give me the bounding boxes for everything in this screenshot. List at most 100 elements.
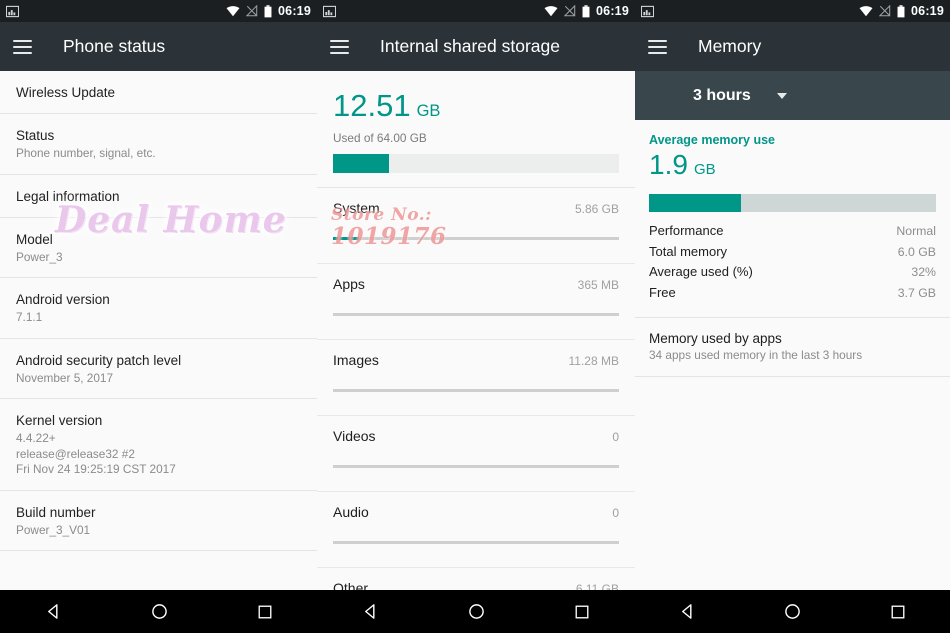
list-item[interactable]: Status Phone number, signal, etc. — [0, 114, 317, 175]
wifi-icon — [226, 6, 240, 17]
stat-key: Total memory — [649, 243, 728, 259]
status-bar: 06:19 — [0, 0, 317, 22]
stat-value: Normal — [896, 224, 936, 238]
image-notification-icon — [641, 5, 654, 17]
home-button[interactable] — [784, 603, 801, 620]
category-progress-track — [333, 465, 619, 468]
home-circle-icon — [785, 604, 801, 619]
back-button[interactable] — [362, 603, 379, 620]
battery-icon — [264, 4, 272, 17]
status-bar-system-icons: 06:19 — [226, 4, 311, 18]
category-name: System — [333, 200, 380, 216]
list-item[interactable]: Apps 365 MB — [317, 264, 635, 340]
average-memory-number: 1.9 — [649, 149, 688, 180]
category-name: Images — [333, 352, 379, 368]
memory-apps-title: Memory used by apps — [649, 331, 782, 346]
category-value: 11.28 MB — [568, 354, 619, 368]
list-item[interactable]: Legal information — [0, 174, 317, 218]
storage-progress-fill — [333, 154, 389, 173]
list-item[interactable]: Other 6.11 GB — [317, 568, 635, 590]
list-item[interactable]: Videos 0 — [317, 416, 635, 492]
storage-summary: 12.51 GB Used of 64.00 GB — [317, 71, 635, 188]
recents-square-icon — [891, 605, 905, 618]
stat-key: Performance — [649, 223, 724, 238]
image-notification-icon — [6, 5, 19, 17]
status-bar-clock: 06:19 — [911, 4, 944, 18]
status-bar-system-icons: 06:19 — [859, 4, 944, 18]
category-value: 0 — [612, 506, 619, 520]
no-sim-signal-icon — [246, 5, 258, 17]
list-item[interactable]: Kernel version 4.4.22+ release@release32… — [0, 399, 317, 491]
storage-used-caption: Used of 64.00 GB — [333, 131, 427, 145]
list-item[interactable]: Images 11.28 MB — [317, 340, 635, 416]
back-triangle-icon — [682, 604, 692, 619]
home-button[interactable] — [468, 603, 485, 620]
setting-title: Wireless Update — [16, 85, 116, 100]
average-memory-unit: GB — [693, 161, 716, 178]
storage-content[interactable]: 12.51 GB Used of 64.00 GB System 5.86 GB — [317, 71, 635, 590]
back-button[interactable] — [45, 603, 62, 620]
category-progress-track — [333, 389, 619, 392]
list-item[interactable]: Audio 0 — [317, 492, 635, 568]
table-row: Average used (%) 32% — [649, 262, 936, 283]
hamburger-menu-icon[interactable] — [13, 39, 32, 54]
category-progress-track — [333, 313, 619, 316]
status-bar-system-icons: 06:19 — [544, 4, 629, 18]
setting-subtitle: Power_3_V01 — [16, 522, 91, 537]
three-panel-screenshot-strip: 06:19 Phone status Wireless Update Statu… — [0, 0, 950, 633]
battery-icon — [897, 4, 905, 17]
category-progress-fill — [333, 237, 360, 240]
storage-progress-track — [333, 154, 619, 173]
status-bar-notifications — [6, 5, 19, 18]
panel-phone-status: 06:19 Phone status Wireless Update Statu… — [0, 0, 317, 633]
list-item[interactable]: Android version 7.1.1 — [0, 278, 317, 339]
setting-title: Build number — [16, 504, 96, 520]
memory-used-by-apps-row[interactable]: Memory used by apps 34 apps used memory … — [635, 318, 950, 377]
status-bar-clock: 06:19 — [278, 4, 311, 18]
average-memory-card: Average memory use 1.9 GB Performance No… — [635, 120, 950, 318]
back-triangle-icon — [364, 604, 375, 619]
android-navigation-bar — [0, 590, 317, 633]
phone-status-list[interactable]: Wireless Update Status Phone number, sig… — [0, 71, 317, 590]
list-item[interactable]: System 5.86 GB — [317, 188, 635, 264]
list-item[interactable]: Android security patch level November 5,… — [0, 338, 317, 399]
hamburger-menu-icon[interactable] — [648, 39, 667, 54]
back-triangle-icon — [47, 604, 58, 619]
category-value: 0 — [612, 430, 619, 444]
page-title: Memory — [698, 36, 762, 56]
setting-title: Android security patch level — [16, 352, 182, 368]
home-circle-icon — [469, 604, 484, 619]
spinner-value: 3 hours — [693, 86, 751, 104]
android-navigation-bar — [635, 590, 950, 633]
memory-progress-track — [649, 194, 936, 212]
memory-stats-table: Performance Normal Total memory 6.0 GB A… — [649, 221, 936, 303]
status-bar: 06:19 — [317, 0, 635, 22]
list-item[interactable]: Build number Power_3_V01 — [0, 490, 317, 551]
recents-button[interactable] — [574, 604, 590, 620]
storage-used-number: 12.51 — [333, 88, 411, 123]
recents-button[interactable] — [890, 604, 906, 620]
stat-value: 32% — [911, 265, 936, 279]
app-bar-phone-status: Phone status — [0, 22, 317, 71]
memory-content[interactable]: Average memory use 1.9 GB Performance No… — [635, 120, 950, 590]
stat-key: Average used (%) — [649, 264, 753, 279]
category-name: Videos — [333, 428, 376, 444]
recents-button[interactable] — [257, 604, 273, 620]
hamburger-menu-icon[interactable] — [330, 39, 349, 54]
home-circle-icon — [151, 604, 167, 619]
setting-subtitle: Phone number, signal, etc. — [16, 146, 156, 160]
wifi-icon — [859, 6, 873, 17]
status-bar-notifications — [641, 5, 654, 18]
setting-title: Status — [16, 128, 55, 143]
app-bar-memory: Memory — [635, 22, 950, 71]
no-sim-signal-icon — [879, 5, 891, 17]
back-button[interactable] — [679, 603, 696, 620]
page-title: Internal shared storage — [380, 36, 560, 56]
memory-duration-spinner[interactable]: 3 hours — [635, 71, 950, 120]
storage-used-unit: GB — [416, 102, 441, 120]
setting-title: Legal information — [16, 188, 120, 204]
list-item[interactable]: Model Power_3 — [0, 217, 317, 278]
home-button[interactable] — [151, 603, 168, 620]
average-memory-value: 1.9 GB — [649, 149, 936, 186]
list-item[interactable]: Wireless Update — [0, 71, 317, 114]
